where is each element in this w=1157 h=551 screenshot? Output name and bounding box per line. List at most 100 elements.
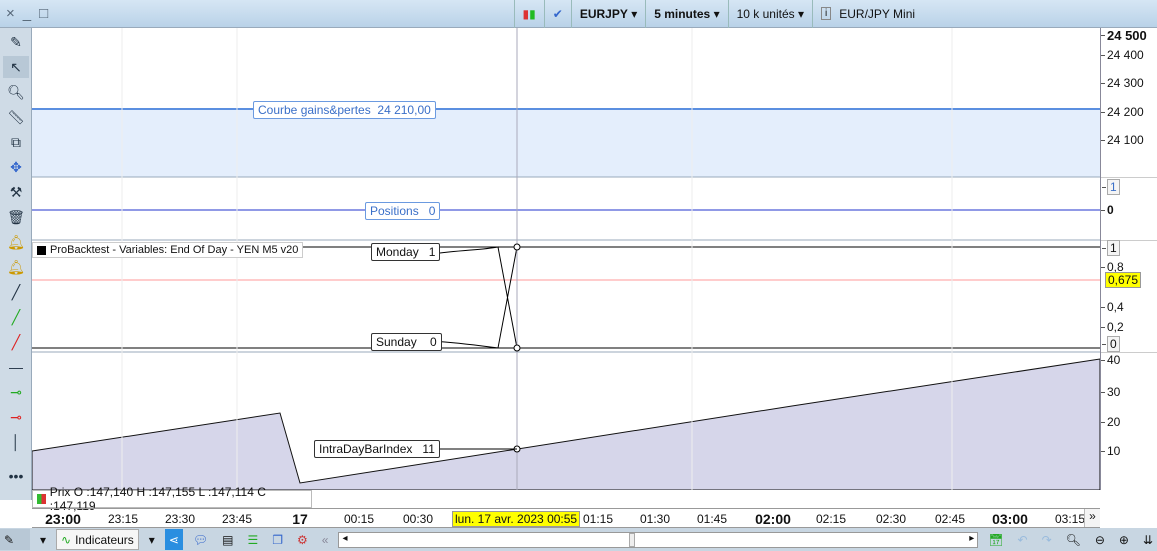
report-icon[interactable]: ▤: [218, 529, 237, 550]
intraday-label: IntraDayBarIndex 11: [314, 440, 440, 458]
axis-tick: 20: [1100, 415, 1121, 429]
collapse-icon[interactable]: «: [318, 529, 333, 550]
more-icon[interactable]: •••: [3, 465, 29, 487]
current-value-badge: 0,675: [1105, 272, 1142, 288]
positions-label: Positions 0: [365, 202, 441, 220]
instrument-info[interactable]: i EUR/JPY Mini: [812, 0, 1157, 28]
time-label: 02:30: [875, 512, 907, 526]
bottom-toolbar: ✎ ▾ ∿ Indicateurs ▾ ⋖ 💬︎ ▤ ☰ ❐ ⚙ « ◂ ▸ 📅︎ …: [0, 528, 1157, 551]
day-cross-lines: [431, 246, 518, 349]
monday-label: Monday 1: [371, 243, 441, 261]
maximize-window-button[interactable]: □: [39, 5, 48, 22]
ruler-icon[interactable]: 📏︎: [3, 106, 29, 128]
layout-icon[interactable]: ⇊: [1139, 529, 1157, 550]
zoom-fit-icon[interactable]: 🔍︎: [1062, 529, 1085, 550]
timeframe-selector[interactable]: 5 minutes ▾: [645, 0, 727, 28]
axis-tick: 24 300: [1101, 76, 1144, 90]
time-label: 02:15: [815, 512, 847, 526]
pencil-icon[interactable]: ✎: [3, 31, 29, 53]
line-icon[interactable]: ╱: [3, 281, 29, 303]
axis-tick: 40: [1100, 353, 1121, 367]
time-label: 01:45: [696, 512, 728, 526]
minimize-window-button[interactable]: _: [23, 5, 31, 22]
green-line-icon[interactable]: ╱: [3, 306, 29, 328]
chat-icon[interactable]: 💬︎: [189, 529, 212, 550]
undo-icon[interactable]: ↶: [1014, 529, 1032, 550]
copy-icon[interactable]: ⧉: [3, 131, 29, 153]
units-label: 10 k unités: [736, 6, 795, 21]
link-icon[interactable]: ✔: [543, 0, 571, 28]
drawing-toolbar: ✎ ↖ 🔍︎ 📏︎ ⧉ ✥ ⚒ 🗑︎ 🔔︎ 🔔︎ ╱ ╱ ╱ — ⊸ ⊸ │ •…: [0, 28, 32, 500]
scroll-right-icon[interactable]: »: [1084, 509, 1100, 527]
time-axis[interactable]: 23:00 23:15 23:30 23:45 17 00:15 00:30 0…: [32, 508, 1100, 528]
axis-tick: 0,2: [1101, 320, 1124, 334]
settings-icon[interactable]: ⚙: [293, 529, 312, 550]
time-label: 23:00: [45, 511, 81, 527]
cursor-point: [513, 344, 521, 352]
trash-icon[interactable]: 🗑︎: [3, 206, 29, 228]
chevron-down-icon[interactable]: ▾: [145, 529, 159, 550]
candle-color-icon: [37, 494, 46, 504]
horizontal-scrollbar[interactable]: ◂ ▸: [338, 531, 979, 548]
move-icon[interactable]: ✥: [3, 156, 29, 178]
scroll-thumb[interactable]: [629, 532, 636, 547]
axis-tick: 0: [1102, 336, 1120, 352]
timeframe-label: 5 minutes: [654, 6, 711, 21]
indicators-label: Indicateurs: [75, 532, 134, 547]
time-label: 00:30: [402, 512, 434, 526]
calendar-icon[interactable]: 📅︎: [984, 529, 1007, 550]
info-icon: i: [821, 7, 832, 20]
price-info-bar: Prix O :147,140 H :147,155 L :147,114 C …: [32, 485, 312, 513]
orderbook-icon[interactable]: ☰: [243, 529, 262, 550]
probacktest-title-text: ProBacktest - Variables: End Of Day - YE…: [50, 244, 299, 256]
units-selector[interactable]: 10 k unités ▾: [727, 0, 812, 28]
axis-tick: 0: [1101, 203, 1114, 217]
indicator-icon: ∿: [61, 532, 72, 547]
series-color-icon: [37, 245, 46, 255]
probacktest-title[interactable]: ProBacktest - Variables: End Of Day - YE…: [32, 242, 304, 258]
axis-tick: 24 100: [1101, 133, 1144, 147]
equity-label: Courbe gains&pertes 24 210,00: [253, 101, 436, 119]
vertical-line-icon[interactable]: │: [3, 431, 29, 453]
candlestick-icon[interactable]: ▮ ▮: [513, 0, 544, 28]
intraday-area: [32, 358, 1100, 490]
instrument-label: EUR/JPY Mini: [839, 6, 916, 21]
symbol-selector[interactable]: EURJPY ▾: [570, 0, 645, 28]
time-label: 23:15: [107, 512, 139, 526]
redo-icon[interactable]: ↷: [1038, 529, 1056, 550]
time-label: 03:15: [1054, 512, 1086, 526]
share-icon[interactable]: ⋖: [164, 529, 183, 550]
magnifier-icon[interactable]: 🔍︎: [3, 81, 29, 103]
time-label: 01:15: [582, 512, 614, 526]
axis-tick: 24 400: [1101, 48, 1144, 62]
time-label: 17: [292, 511, 308, 527]
sunday-label: Sunday 0: [371, 333, 442, 351]
chart-area[interactable]: [32, 28, 1100, 490]
windows-icon[interactable]: ❐: [268, 529, 287, 550]
equity-fill: [32, 108, 1100, 177]
green-ray-icon[interactable]: ⊸: [3, 381, 29, 403]
alert-off-icon[interactable]: 🔔︎: [3, 231, 29, 253]
indicators-button[interactable]: ∿ Indicateurs: [56, 529, 139, 550]
price-axis[interactable]: 24 500 24 400 24 300 24 200 24 100 1 0 1…: [1100, 28, 1157, 490]
pointer-icon[interactable]: ↖: [3, 56, 29, 78]
top-toolbar: × _ □ ▮ ▮ ✔ EURJPY ▾ 5 minutes ▾ 10 k uni…: [0, 0, 1157, 28]
time-label: 23:30: [164, 512, 196, 526]
draw-mode-icon[interactable]: ✎: [0, 529, 30, 550]
horizontal-line-icon[interactable]: —: [3, 356, 29, 378]
red-ray-icon[interactable]: ⊸: [3, 406, 29, 428]
axis-tick: 0,4: [1101, 300, 1124, 314]
alert-icon[interactable]: 🔔︎: [3, 256, 29, 278]
zoom-out-icon[interactable]: ⊖: [1091, 529, 1109, 550]
red-line-icon[interactable]: ╱: [3, 331, 29, 353]
zoom-in-icon[interactable]: ⊕: [1115, 529, 1133, 550]
tools-icon[interactable]: ⚒: [3, 181, 29, 203]
axis-tick: 1: [1102, 240, 1120, 256]
close-window-button[interactable]: ×: [6, 5, 15, 22]
chevron-down-icon[interactable]: ▾: [36, 529, 50, 550]
time-label: 02:45: [934, 512, 966, 526]
axis-tick: 1: [1102, 179, 1120, 195]
axis-tick: 10: [1100, 444, 1121, 458]
cursor-time-badge: lun. 17 avr. 2023 00:55: [452, 511, 581, 527]
time-label: 03:00: [992, 511, 1028, 527]
